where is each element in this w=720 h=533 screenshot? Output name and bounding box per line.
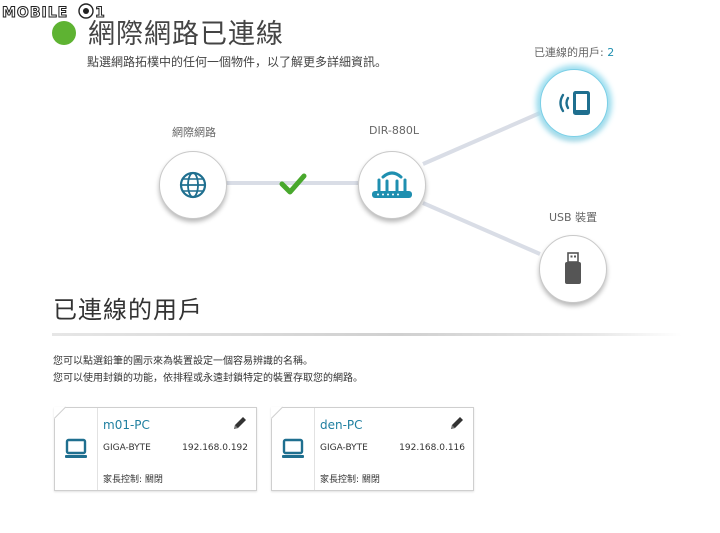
device-name: den-PC bbox=[320, 418, 363, 432]
internet-node[interactable] bbox=[159, 151, 227, 219]
usb-drive-icon bbox=[565, 252, 581, 284]
device-name: m01-PC bbox=[103, 418, 150, 432]
device-ip: 192.168.0.192 bbox=[182, 443, 248, 453]
info-text-rename: 您可以點選鉛筆的圖示來為裝置設定一個容易辨識的名稱。 bbox=[53, 356, 313, 367]
section-divider bbox=[52, 333, 682, 336]
device-vendor: GIGA-BYTE bbox=[320, 443, 368, 453]
clients-node[interactable] bbox=[540, 69, 608, 137]
device-card[interactable]: den-PC GIGA-BYTE 192.168.0.116 家長控制: 關閉 bbox=[271, 406, 474, 491]
clients-count: 2 bbox=[607, 46, 615, 59]
device-vendor: GIGA-BYTE bbox=[103, 443, 151, 453]
usb-node[interactable] bbox=[539, 235, 607, 303]
computer-icon bbox=[272, 408, 314, 490]
router-node[interactable] bbox=[358, 151, 426, 219]
parental-control-status: 家長控制: 關閉 bbox=[103, 475, 163, 485]
info-text-block: 您可以使用封鎖的功能，依排程或永遠封鎖特定的裝置存取您的網路。 bbox=[53, 373, 363, 384]
globe-icon bbox=[179, 171, 207, 199]
device-card[interactable]: m01-PC GIGA-BYTE 192.168.0.192 家長控制: 關閉 bbox=[54, 406, 257, 491]
router-label: DIR-880L bbox=[369, 124, 420, 137]
edit-pencil-icon[interactable] bbox=[232, 415, 248, 435]
clients-section-title: 已連線的用戶 bbox=[53, 296, 203, 324]
internet-label: 網際網路 bbox=[172, 126, 216, 139]
router-icon bbox=[372, 171, 412, 198]
parental-control-status: 家長控制: 關閉 bbox=[320, 475, 380, 485]
computer-icon bbox=[55, 408, 97, 490]
edit-pencil-icon[interactable] bbox=[449, 415, 465, 435]
wireless-device-icon bbox=[559, 91, 590, 115]
clients-label: 已連線的用戶: 2 bbox=[534, 46, 615, 59]
usb-label: USB 裝置 bbox=[549, 211, 598, 224]
device-ip: 192.168.0.116 bbox=[399, 443, 465, 453]
